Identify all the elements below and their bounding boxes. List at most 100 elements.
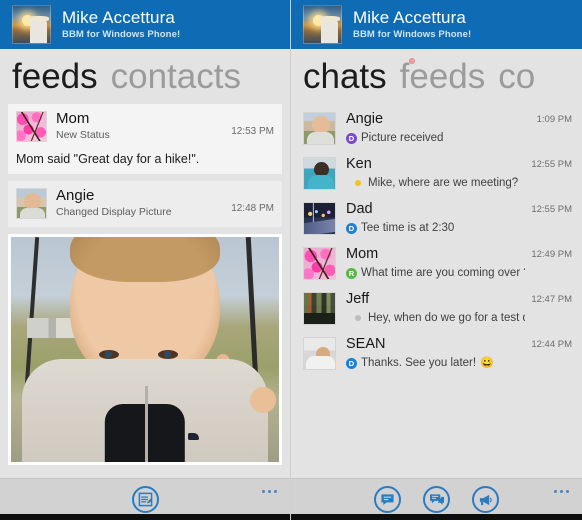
chat-row[interactable]: Angie D Picture received 1:09 PM xyxy=(291,106,582,151)
baby-hand xyxy=(250,386,277,413)
chat-message-text: Mike, where are we meeting? xyxy=(368,176,519,189)
dot-3 xyxy=(566,490,569,493)
feed-item-header: Mom New Status 12:53 PM xyxy=(16,111,274,142)
feed-item-angie[interactable]: Angie Changed Display Picture 12:48 PM xyxy=(8,181,282,227)
dot-2 xyxy=(560,490,563,493)
dot-3 xyxy=(274,490,277,493)
feed-item-header: Angie Changed Display Picture 12:48 PM xyxy=(16,188,274,219)
profile-avatar[interactable] xyxy=(303,5,342,44)
right-app-bar-buttons xyxy=(374,486,499,513)
feed-photo-container[interactable] xyxy=(8,234,282,465)
chat-timestamp: 12:49 PM xyxy=(531,249,572,260)
chat-contact-name: Ken xyxy=(346,157,372,172)
multi-chat-button[interactable] xyxy=(423,486,450,513)
status-badge: D xyxy=(346,357,357,369)
chat-preview: Mike, where are we meeting? xyxy=(346,176,525,190)
chat-timestamp: 12:55 PM xyxy=(531,159,572,170)
profile-name: Mike Accettura xyxy=(353,8,466,28)
swing-rope-left xyxy=(24,237,39,386)
baby-photo-avatar-icon[interactable] xyxy=(303,112,336,145)
chat-preview: R What time are you coming over ? xyxy=(346,266,526,280)
status-badge: D xyxy=(346,222,357,234)
chat-row[interactable]: Dad D Tee time is at 2:30 12:55 PM xyxy=(291,196,582,241)
chat-message-text: Hey, when do we go for a test drive in t xyxy=(368,311,525,324)
right-app-bar xyxy=(291,478,582,520)
more-options-button[interactable] xyxy=(262,490,277,493)
chat-row[interactable]: Mom R What time are you coming over ? 12… xyxy=(291,241,582,286)
chat-row[interactable]: SEAN D Thanks. See you later! 😀 12:44 PM xyxy=(291,331,582,376)
tab-feeds[interactable]: feeds xyxy=(400,59,486,94)
person-shape xyxy=(321,18,338,43)
baby-eye-left xyxy=(99,349,120,359)
broadcast-megaphone-icon xyxy=(479,494,492,505)
left-app-bar xyxy=(0,478,290,520)
feed-action: New Status xyxy=(56,129,110,141)
chat-timestamp: 12:47 PM xyxy=(531,294,572,305)
chat-preview: D Thanks. See you later! 😀 xyxy=(346,356,525,370)
chat-meta: Angie D Picture received xyxy=(346,112,531,144)
tab-contacts[interactable]: contacts xyxy=(111,59,241,94)
multi-chat-icon xyxy=(429,493,444,505)
chat-timestamp: 12:55 PM xyxy=(531,204,572,215)
baby-photo-thumb-icon[interactable] xyxy=(16,188,47,219)
chat-contact-name: Mom xyxy=(346,247,379,262)
man-sunglasses-avatar-icon[interactable] xyxy=(303,337,336,370)
pink-flowers-avatar-icon[interactable] xyxy=(303,247,336,280)
tab-feeds[interactable]: feeds xyxy=(12,59,98,94)
hat-shape xyxy=(28,16,49,21)
chat-contact-name: SEAN xyxy=(346,337,386,352)
feed-author: Mom xyxy=(56,110,90,127)
compose-note-icon xyxy=(138,492,152,507)
right-pivot-tabs: chats feeds co xyxy=(291,49,582,104)
feed-body: Mom said "Great day for a hike!". xyxy=(16,152,274,166)
hoodie-logo xyxy=(187,432,199,440)
status-badge: D xyxy=(346,132,357,144)
unread-marker-dot xyxy=(409,58,415,64)
chat-preview: D Tee time is at 2:30 xyxy=(346,221,525,235)
chat-meta: Dad D Tee time is at 2:30 xyxy=(346,202,525,234)
tab-contacts-partial[interactable]: co xyxy=(498,59,535,94)
chat-timestamp: 12:44 PM xyxy=(531,339,572,350)
feed-timestamp: 12:53 PM xyxy=(231,126,274,137)
profile-name: Mike Accettura xyxy=(62,8,175,28)
chat-row[interactable]: Ken Mike, where are we meeting? 12:55 PM xyxy=(291,151,582,196)
chat-message-text: Tee time is at 2:30 xyxy=(361,221,455,234)
more-options-button[interactable] xyxy=(554,490,569,493)
left-phone-screen: Mike Accettura BBM for Windows Phone! fe… xyxy=(0,0,291,520)
baby-hair xyxy=(69,237,221,282)
chat-bubble-icon xyxy=(381,493,394,505)
profile-avatar[interactable] xyxy=(12,5,51,44)
status-badge: R xyxy=(346,267,357,279)
chat-message-text: What time are you coming over ? xyxy=(361,266,526,279)
chat-contact-name: Dad xyxy=(346,202,373,217)
dot-1 xyxy=(554,490,557,493)
pink-flowers-thumb-icon[interactable] xyxy=(16,111,47,142)
dot-1 xyxy=(262,490,265,493)
chat-row[interactable]: Jeff Hey, when do we go for a test drive… xyxy=(291,286,582,331)
tab-chats[interactable]: chats xyxy=(303,59,387,94)
baby-in-swing-photo xyxy=(11,237,279,462)
dark-scene-avatar-icon[interactable] xyxy=(303,292,336,325)
chat-meta: SEAN D Thanks. See you later! 😀 xyxy=(346,337,525,369)
profile-status: BBM for Windows Phone! xyxy=(62,29,181,41)
dual-screen-container: Mike Accettura BBM for Windows Phone! fe… xyxy=(0,0,582,520)
feed-body-name: Mom xyxy=(16,152,44,166)
smiley-emoji-icon: 😀 xyxy=(480,356,494,369)
chat-contact-name: Angie xyxy=(346,112,384,127)
compose-note-button[interactable] xyxy=(131,486,159,513)
left-app-bar-buttons xyxy=(131,486,159,513)
chat-preview: D Picture received xyxy=(346,132,531,145)
feed-action: Changed Display Picture xyxy=(56,206,172,218)
right-phone-screen: Mike Accettura BBM for Windows Phone! ch… xyxy=(291,0,582,520)
man-teal-shirt-avatar-icon[interactable] xyxy=(303,157,336,190)
chat-meta: Jeff Hey, when do we go for a test drive… xyxy=(346,292,525,324)
broadcast-button[interactable] xyxy=(472,486,499,513)
status-badge xyxy=(355,180,361,187)
feed-author: Angie xyxy=(56,187,95,204)
feed-item-mom[interactable]: Mom New Status 12:53 PM Mom said "Great … xyxy=(8,104,282,174)
night-cityscape-avatar-icon[interactable] xyxy=(303,202,336,235)
left-pivot-tabs: feeds contacts xyxy=(0,49,290,104)
chat-timestamp: 1:09 PM xyxy=(536,114,572,125)
new-chat-button[interactable] xyxy=(374,486,401,513)
header-text-block: Mike Accettura BBM for Windows Phone! xyxy=(353,9,471,40)
